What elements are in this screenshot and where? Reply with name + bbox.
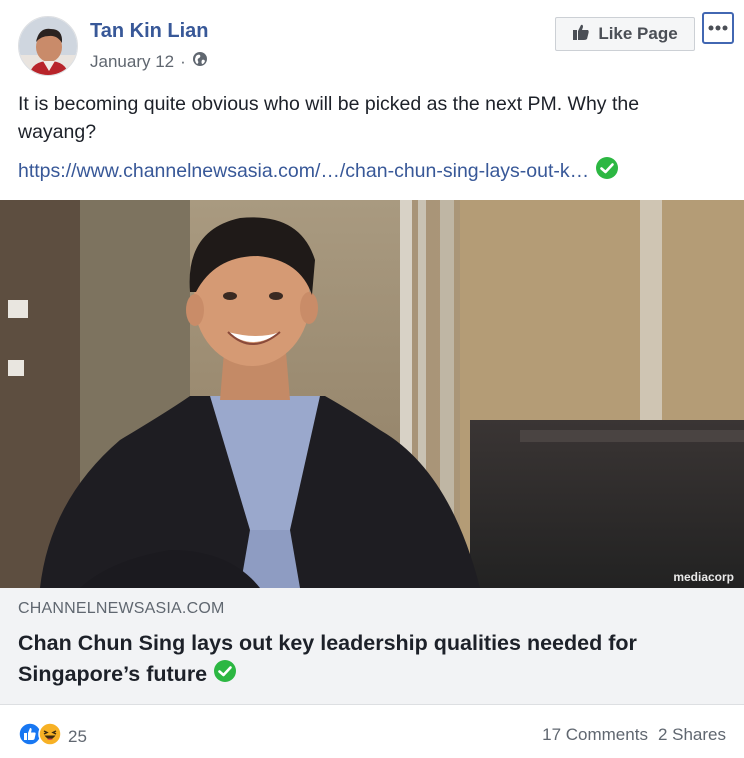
reaction-count: 25 (68, 726, 87, 746)
preview-headline: Chan Chun Sing lays out key leadership q… (18, 628, 728, 692)
more-dots-icon (707, 19, 729, 37)
link-preview-card[interactable]: CHANNELNEWSASIA.COM Chan Chun Sing lays … (0, 588, 744, 705)
post-meta: January 12 · (90, 51, 208, 72)
shares-count[interactable]: 2 Shares (658, 725, 726, 745)
verified-check-icon (213, 659, 237, 692)
more-options-button[interactable] (702, 12, 734, 44)
like-page-button[interactable]: Like Page (555, 17, 695, 51)
globe-icon[interactable] (192, 51, 208, 72)
author-avatar[interactable] (18, 16, 78, 76)
link-preview-image[interactable]: mediacorp (0, 200, 744, 588)
mediacorp-watermark: mediacorp (673, 570, 734, 584)
post-text: It is becoming quite obvious who will be… (18, 93, 640, 143)
post-stats: 17 Comments 2 Shares (542, 725, 726, 745)
verified-check-icon (595, 156, 619, 186)
preview-domain: CHANNELNEWSASIA.COM (18, 600, 225, 617)
like-page-label: Like Page (598, 24, 678, 43)
thumbs-up-icon (572, 23, 590, 46)
comments-count[interactable]: 17 Comments (542, 725, 648, 745)
post-link-text[interactable]: https://www.channelnewsasia.com/…/chan-c… (18, 160, 589, 183)
author-name[interactable]: Tan Kin Lian (90, 20, 209, 43)
reactions-summary[interactable]: 25 (18, 722, 87, 751)
post-link[interactable]: https://www.channelnewsasia.com/…/chan-c… (18, 156, 619, 186)
post-date[interactable]: January 12 (90, 52, 174, 72)
post-footer: 25 17 Comments 2 Shares (0, 718, 744, 752)
preview-headline-text: Chan Chun Sing lays out key leadership q… (18, 631, 637, 687)
meta-separator: · (180, 51, 186, 71)
haha-reaction-icon (38, 722, 62, 751)
